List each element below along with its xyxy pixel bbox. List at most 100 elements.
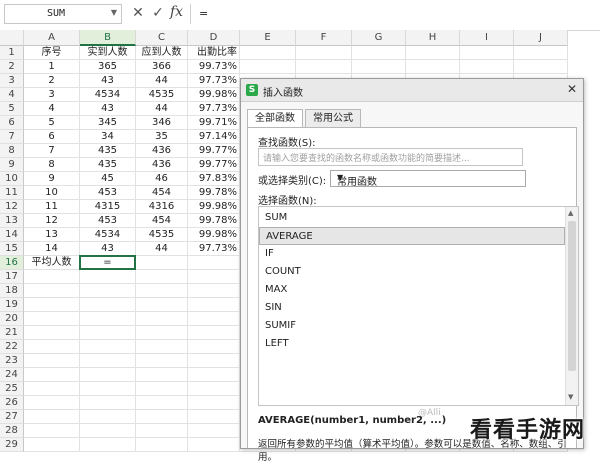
cell[interactable] <box>136 424 188 438</box>
cell[interactable]: 10 <box>24 186 80 200</box>
enter-icon[interactable]: ✓ <box>150 5 166 21</box>
cell[interactable]: 8 <box>24 158 80 172</box>
cell[interactable] <box>296 60 352 74</box>
cell[interactable] <box>80 354 136 368</box>
cell[interactable] <box>136 270 188 284</box>
cell[interactable] <box>188 284 240 298</box>
cell[interactable] <box>80 368 136 382</box>
row-header-12[interactable]: 12 <box>0 200 24 214</box>
cell[interactable]: 实到人数 <box>80 46 136 60</box>
cell[interactable] <box>296 46 352 60</box>
cell[interactable]: 7 <box>24 144 80 158</box>
function-list[interactable]: ▲ ▼ SUM AVERAGE IF COUNT MAX SIN SUMIF LEFT <box>258 206 579 406</box>
row-header-7[interactable]: 7 <box>0 130 24 144</box>
select-all-corner[interactable] <box>0 30 24 46</box>
cell[interactable]: 4 <box>24 102 80 116</box>
cell[interactable]: 366 <box>136 60 188 74</box>
cell[interactable] <box>136 368 188 382</box>
cell[interactable]: 435 <box>80 144 136 158</box>
cell[interactable] <box>188 424 240 438</box>
function-list-item[interactable]: LEFT <box>259 335 565 353</box>
cell[interactable] <box>406 60 460 74</box>
cell[interactable] <box>136 284 188 298</box>
cell[interactable] <box>80 438 136 452</box>
cell[interactable]: 11 <box>24 200 80 214</box>
cell[interactable] <box>136 438 188 452</box>
cell[interactable] <box>80 284 136 298</box>
cell[interactable] <box>80 424 136 438</box>
cell[interactable]: 43 <box>80 74 136 88</box>
row-header-13[interactable]: 13 <box>0 214 24 228</box>
category-select[interactable]: 常用函数 ▼ <box>330 170 526 188</box>
row-header-16[interactable]: 16 <box>0 256 24 270</box>
cell[interactable]: 4534 <box>80 228 136 242</box>
row-header-17[interactable]: 17 <box>0 270 24 284</box>
cell[interactable] <box>24 270 80 284</box>
column-header-g[interactable]: G <box>352 30 406 46</box>
cell[interactable]: 4535 <box>136 88 188 102</box>
cell[interactable]: 平均人数 <box>24 256 80 270</box>
cell[interactable]: 99.78% <box>188 186 240 200</box>
cell[interactable]: 45 <box>80 172 136 186</box>
row-header-18[interactable]: 18 <box>0 284 24 298</box>
cell[interactable]: 365 <box>80 60 136 74</box>
cell[interactable] <box>406 46 460 60</box>
function-list-item[interactable]: SUM <box>259 209 565 227</box>
cell[interactable]: 9 <box>24 172 80 186</box>
column-header-j[interactable]: J <box>514 30 568 46</box>
cell[interactable]: 35 <box>136 130 188 144</box>
tab-all-functions[interactable]: 全部函数 <box>247 109 303 128</box>
scroll-up-icon[interactable]: ▲ <box>568 209 573 217</box>
column-header-c[interactable]: C <box>136 30 188 46</box>
row-header-21[interactable]: 21 <box>0 326 24 340</box>
cell[interactable] <box>24 424 80 438</box>
cell[interactable]: 44 <box>136 242 188 256</box>
cell[interactable] <box>136 354 188 368</box>
cell[interactable] <box>80 326 136 340</box>
function-list-item[interactable]: MAX <box>259 281 565 299</box>
cell[interactable] <box>136 298 188 312</box>
cell[interactable] <box>188 410 240 424</box>
row-header-4[interactable]: 4 <box>0 88 24 102</box>
cell[interactable] <box>136 410 188 424</box>
function-list-item[interactable]: SUMIF <box>259 317 565 335</box>
cell[interactable] <box>24 396 80 410</box>
column-header-e[interactable]: E <box>240 30 296 46</box>
cell[interactable]: 34 <box>80 130 136 144</box>
row-header-24[interactable]: 24 <box>0 368 24 382</box>
cell[interactable]: 46 <box>136 172 188 186</box>
cell[interactable]: 出勤比率 <box>188 46 240 60</box>
dialog-title-bar[interactable]: S 插入函数 ✕ <box>241 79 583 102</box>
column-header-f[interactable]: F <box>296 30 352 46</box>
cell[interactable] <box>24 298 80 312</box>
cell[interactable]: 13 <box>24 228 80 242</box>
row-header-26[interactable]: 26 <box>0 396 24 410</box>
function-list-item[interactable]: SIN <box>259 299 565 317</box>
cell[interactable]: 4534 <box>80 88 136 102</box>
cell[interactable]: 序号 <box>24 46 80 60</box>
cell[interactable]: 44 <box>136 74 188 88</box>
cell[interactable] <box>136 396 188 410</box>
row-header-22[interactable]: 22 <box>0 340 24 354</box>
scroll-thumb[interactable] <box>568 221 576 371</box>
cell[interactable]: 12 <box>24 214 80 228</box>
cell[interactable] <box>24 312 80 326</box>
cell[interactable] <box>24 340 80 354</box>
cell[interactable] <box>136 326 188 340</box>
cell[interactable] <box>188 270 240 284</box>
row-header-15[interactable]: 15 <box>0 242 24 256</box>
cell[interactable]: 436 <box>136 144 188 158</box>
column-header-a[interactable]: A <box>24 30 80 46</box>
cell[interactable]: 97.73% <box>188 74 240 88</box>
row-header-1[interactable]: 1 <box>0 46 24 60</box>
row-header-3[interactable]: 3 <box>0 74 24 88</box>
row-header-29[interactable]: 29 <box>0 438 24 452</box>
cell[interactable]: 453 <box>80 214 136 228</box>
row-header-19[interactable]: 19 <box>0 298 24 312</box>
row-header-5[interactable]: 5 <box>0 102 24 116</box>
cell[interactable]: 453 <box>80 186 136 200</box>
tab-common-formulas[interactable]: 常用公式 <box>305 109 361 127</box>
cell[interactable]: 346 <box>136 116 188 130</box>
function-list-item[interactable]: AVERAGE <box>259 227 565 245</box>
cell[interactable]: 6 <box>24 130 80 144</box>
